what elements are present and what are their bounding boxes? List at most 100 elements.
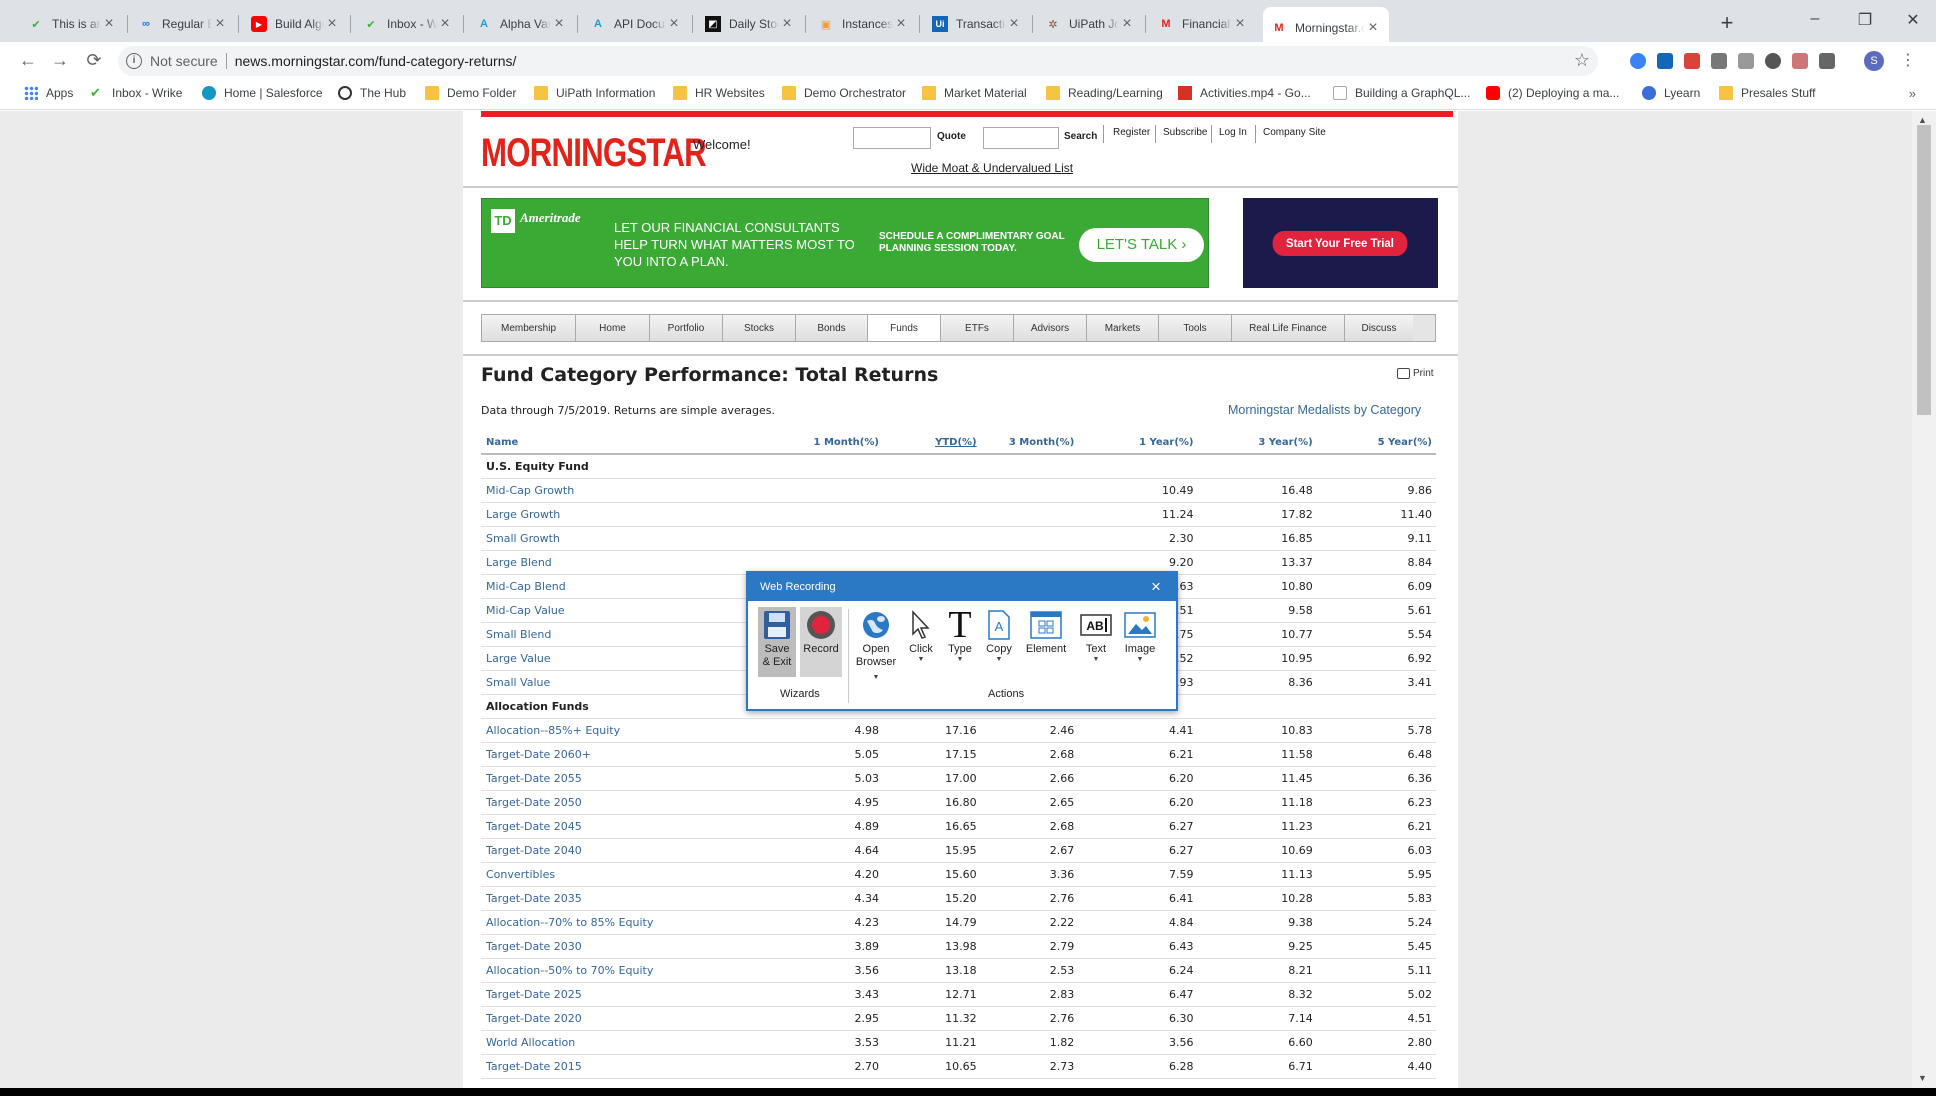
new-tab-button[interactable]: +: [1715, 12, 1739, 36]
subscribe-link[interactable]: Subscribe: [1163, 127, 1207, 138]
extension-icon[interactable]: [1684, 53, 1700, 69]
nav-tab-discuss[interactable]: Discuss: [1345, 315, 1413, 341]
category-link[interactable]: Large Value: [481, 646, 788, 671]
bookmark-item[interactable]: Presales Stuff: [1719, 86, 1815, 100]
nav-tab-funds[interactable]: Funds: [868, 315, 941, 341]
search-input[interactable]: [983, 127, 1059, 149]
scroll-down-icon[interactable]: ▼: [1918, 1073, 1927, 1083]
category-link[interactable]: Target-Date 2020: [481, 1006, 788, 1031]
text-button[interactable]: AB Text ▼: [1078, 607, 1114, 677]
tab-close-icon[interactable]: ×: [551, 15, 567, 33]
nav-tab-markets[interactable]: Markets: [1087, 315, 1159, 341]
bookmark-item[interactable]: UiPath Information: [534, 86, 655, 100]
browser-tab[interactable]: ▣ Instances | EC2×: [810, 7, 917, 41]
browser-tab[interactable]: A API Documentation×: [582, 7, 690, 41]
tab-close-icon[interactable]: ×: [1119, 15, 1135, 33]
company-site-link[interactable]: Company Site: [1263, 127, 1326, 138]
bookmark-item[interactable]: (2) Deploying a ma...: [1486, 86, 1619, 100]
image-button[interactable]: Image ▼: [1120, 607, 1160, 677]
click-button[interactable]: Click ▼: [906, 607, 936, 677]
tab-close-icon[interactable]: ×: [893, 15, 909, 33]
nav-tab-advisors[interactable]: Advisors: [1014, 315, 1087, 341]
tab-close-icon[interactable]: ×: [437, 15, 453, 33]
extension-icon[interactable]: [1819, 53, 1835, 69]
wide-moat-link[interactable]: Wide Moat & Undervalued List: [911, 161, 1073, 175]
drive-extension-icon[interactable]: [1711, 53, 1727, 69]
bookmark-item[interactable]: Activities.mp4 - Go...: [1178, 86, 1311, 100]
chevron-down-icon[interactable]: ▼: [982, 656, 1016, 663]
category-link[interactable]: Allocation--70% to 85% Equity: [481, 910, 788, 935]
bookmark-item[interactable]: The Hub: [338, 86, 406, 100]
chevron-down-icon[interactable]: ▼: [906, 656, 936, 663]
uipath-extension-icon[interactable]: [1657, 53, 1673, 69]
browser-tab[interactable]: Ui Transactions×: [924, 7, 1030, 41]
tab-close-icon[interactable]: ×: [779, 15, 795, 33]
quote-button[interactable]: Quote: [937, 131, 966, 142]
reload-button[interactable]: ⟳: [82, 50, 106, 70]
browser-tab[interactable]: M Financial Market×: [1150, 7, 1256, 41]
category-link[interactable]: Convertibles: [481, 862, 788, 887]
category-link[interactable]: Small Blend: [481, 622, 788, 647]
category-link[interactable]: Mid-Cap Value: [481, 598, 788, 623]
browser-tab[interactable]: ✲ UiPath Jobs Dashboard×: [1037, 7, 1143, 41]
tab-close-icon[interactable]: ×: [324, 15, 340, 33]
address-bar[interactable]: i Not secure news.morningstar.com/fund-c…: [118, 46, 1598, 76]
zoom-extension-icon[interactable]: [1630, 53, 1646, 69]
element-button[interactable]: Element: [1022, 607, 1070, 677]
nav-tab-tools[interactable]: Tools: [1159, 315, 1232, 341]
nav-tab-etfs[interactable]: ETFs: [941, 315, 1014, 341]
register-link[interactable]: Register: [1113, 127, 1150, 138]
tab-close-icon[interactable]: ×: [666, 15, 682, 33]
tab-close-icon[interactable]: ×: [1006, 15, 1022, 33]
bookmark-item[interactable]: ✔ Inbox - Wrike: [90, 86, 182, 101]
save-exit-button[interactable]: Save & Exit: [758, 607, 796, 677]
category-link[interactable]: Large Growth: [481, 502, 788, 527]
chevron-down-icon[interactable]: ▼: [1120, 656, 1160, 663]
type-button[interactable]: T Type ▼: [944, 604, 976, 677]
category-link[interactable]: Mid-Cap Blend: [481, 574, 788, 599]
browser-tab[interactable]: ∞ Regular Expressions×: [130, 7, 236, 41]
category-link[interactable]: Target-Date 2040: [481, 838, 788, 863]
category-link[interactable]: Allocation--50% to 70% Equity: [481, 958, 788, 983]
browser-tab[interactable]: ▶ Build Algorithmic×: [243, 7, 348, 41]
tab-close-icon[interactable]: ×: [212, 15, 228, 33]
category-link[interactable]: World Allocation: [481, 1030, 788, 1055]
category-link[interactable]: Allocation--85%+ Equity: [481, 718, 788, 743]
bookmark-item[interactable]: Apps: [24, 86, 73, 100]
free-trial-ad[interactable]: Start Your Free Trial: [1243, 198, 1438, 288]
profile-avatar[interactable]: S: [1864, 51, 1884, 71]
morningstar-logo[interactable]: MORNINGSTAR: [481, 133, 707, 173]
category-link[interactable]: Small Growth: [481, 526, 788, 551]
menu-kebab-icon[interactable]: ⋮: [1900, 50, 1916, 69]
category-link[interactable]: Target-Date 2045: [481, 814, 788, 839]
close-window-icon[interactable]: ✕: [1898, 10, 1928, 30]
nav-tab-stocks[interactable]: Stocks: [723, 315, 796, 341]
record-button[interactable]: Record: [800, 607, 842, 677]
free-trial-button[interactable]: Start Your Free Trial: [1272, 231, 1408, 256]
bookmark-item[interactable]: Market Material: [922, 86, 1027, 100]
bookmarks-overflow-button[interactable]: »: [1909, 86, 1916, 101]
url-text[interactable]: news.morningstar.com/fund-category-retur…: [235, 53, 517, 69]
close-icon[interactable]: ×: [1146, 577, 1166, 597]
bookmark-item[interactable]: Lyearn: [1642, 86, 1700, 100]
browser-tab[interactable]: ✔ This is an opportunity×: [20, 7, 125, 41]
lets-talk-button[interactable]: LET'S TALK ›: [1079, 228, 1204, 262]
tab-close-icon[interactable]: ×: [101, 15, 117, 33]
td-ameritrade-ad[interactable]: TD Ameritrade LET OUR FINANCIAL CONSULTA…: [481, 198, 1209, 288]
print-link[interactable]: Print: [1397, 368, 1434, 379]
category-link[interactable]: Mid-Cap Growth: [481, 478, 788, 503]
extension-icon[interactable]: [1738, 53, 1754, 69]
chevron-down-icon[interactable]: ▼: [1078, 656, 1114, 663]
category-link[interactable]: Target-Date 2050: [481, 790, 788, 815]
column-header[interactable]: YTD(%): [882, 432, 981, 455]
login-link[interactable]: Log In: [1219, 127, 1247, 138]
category-link[interactable]: Large Blend: [481, 550, 788, 575]
category-link[interactable]: Target-Date 2015: [481, 1054, 788, 1079]
tab-close-icon[interactable]: ×: [1365, 19, 1381, 37]
quote-input[interactable]: [853, 127, 931, 149]
bookmark-item[interactable]: Demo Folder: [425, 86, 516, 100]
category-link[interactable]: Small Value: [481, 670, 788, 695]
chevron-down-icon[interactable]: ▼: [944, 656, 976, 663]
category-link[interactable]: Target-Date 2030: [481, 934, 788, 959]
page-scrollbar[interactable]: ▲ ▼: [1912, 111, 1936, 1088]
